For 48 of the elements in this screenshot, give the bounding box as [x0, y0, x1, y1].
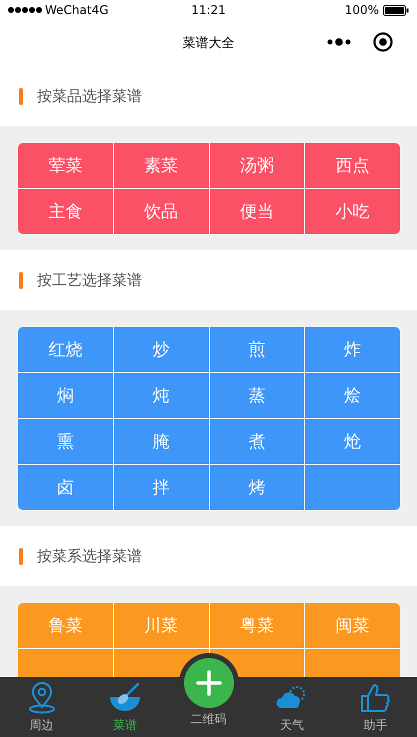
category-item[interactable]: 粤菜	[210, 603, 304, 648]
category-item[interactable]: 炒	[114, 327, 208, 372]
more-icon[interactable]	[327, 37, 351, 47]
category-item[interactable]: 便当	[210, 189, 304, 234]
section-title: 按菜系选择菜谱	[37, 546, 142, 566]
section-title: 按工艺选择菜谱	[37, 270, 142, 290]
clock-text: 11:21	[191, 3, 226, 17]
category-item[interactable]: 煎	[210, 327, 304, 372]
category-item[interactable]: 焖	[18, 373, 113, 418]
battery-text: 100%	[344, 3, 379, 17]
tab-label[interactable]: 助手	[363, 717, 388, 734]
section-title: 按菜品选择菜谱	[37, 86, 142, 106]
category-item[interactable]: 炸	[305, 327, 400, 372]
page-title: 菜谱大全	[182, 35, 234, 52]
add-icon[interactable]	[184, 658, 234, 708]
close-target-icon[interactable]	[373, 32, 393, 52]
battery-icon	[383, 4, 409, 16]
category-item[interactable]: 主食	[18, 189, 113, 234]
accent-bar	[19, 272, 23, 288]
category-item[interactable]: 小吃	[305, 189, 400, 234]
category-item[interactable]: 煮	[210, 419, 304, 464]
accent-bar	[19, 548, 23, 564]
category-item[interactable]: 腌	[114, 419, 208, 464]
tab-label[interactable]: 菜谱	[113, 717, 138, 734]
category-item[interactable]: 卤	[18, 465, 113, 510]
category-item[interactable]: 鲁菜	[18, 603, 113, 648]
category-item[interactable]: 拌	[114, 465, 208, 510]
tab-label[interactable]: 天气	[280, 717, 304, 734]
category-item[interactable]: 熏	[18, 419, 113, 464]
category-item[interactable]: 西点	[305, 143, 400, 188]
signal-icon	[8, 7, 42, 13]
category-item[interactable]: 红烧	[18, 327, 113, 372]
category-item[interactable]: 炖	[114, 373, 208, 418]
category-item[interactable]: 炝	[305, 419, 400, 464]
category-item[interactable]: 素菜	[114, 143, 208, 188]
category-item[interactable]: 汤粥	[210, 143, 304, 188]
category-item[interactable]: 烤	[210, 465, 304, 510]
category-item[interactable]: 荤菜	[18, 143, 113, 188]
thumbs-up-icon[interactable]	[358, 681, 392, 715]
category-item[interactable]: 川菜	[114, 603, 208, 648]
carrier-text: WeChat4G	[45, 3, 109, 17]
tab-label[interactable]: 二维码	[190, 711, 227, 728]
accent-bar	[19, 88, 23, 104]
category-item[interactable]: 饮品	[114, 189, 208, 234]
category-item[interactable]: 闽菜	[305, 603, 400, 648]
category-item[interactable]: 烩	[305, 373, 400, 418]
tab-label[interactable]: 周边	[30, 717, 54, 734]
category-item[interactable]: 蒸	[210, 373, 304, 418]
